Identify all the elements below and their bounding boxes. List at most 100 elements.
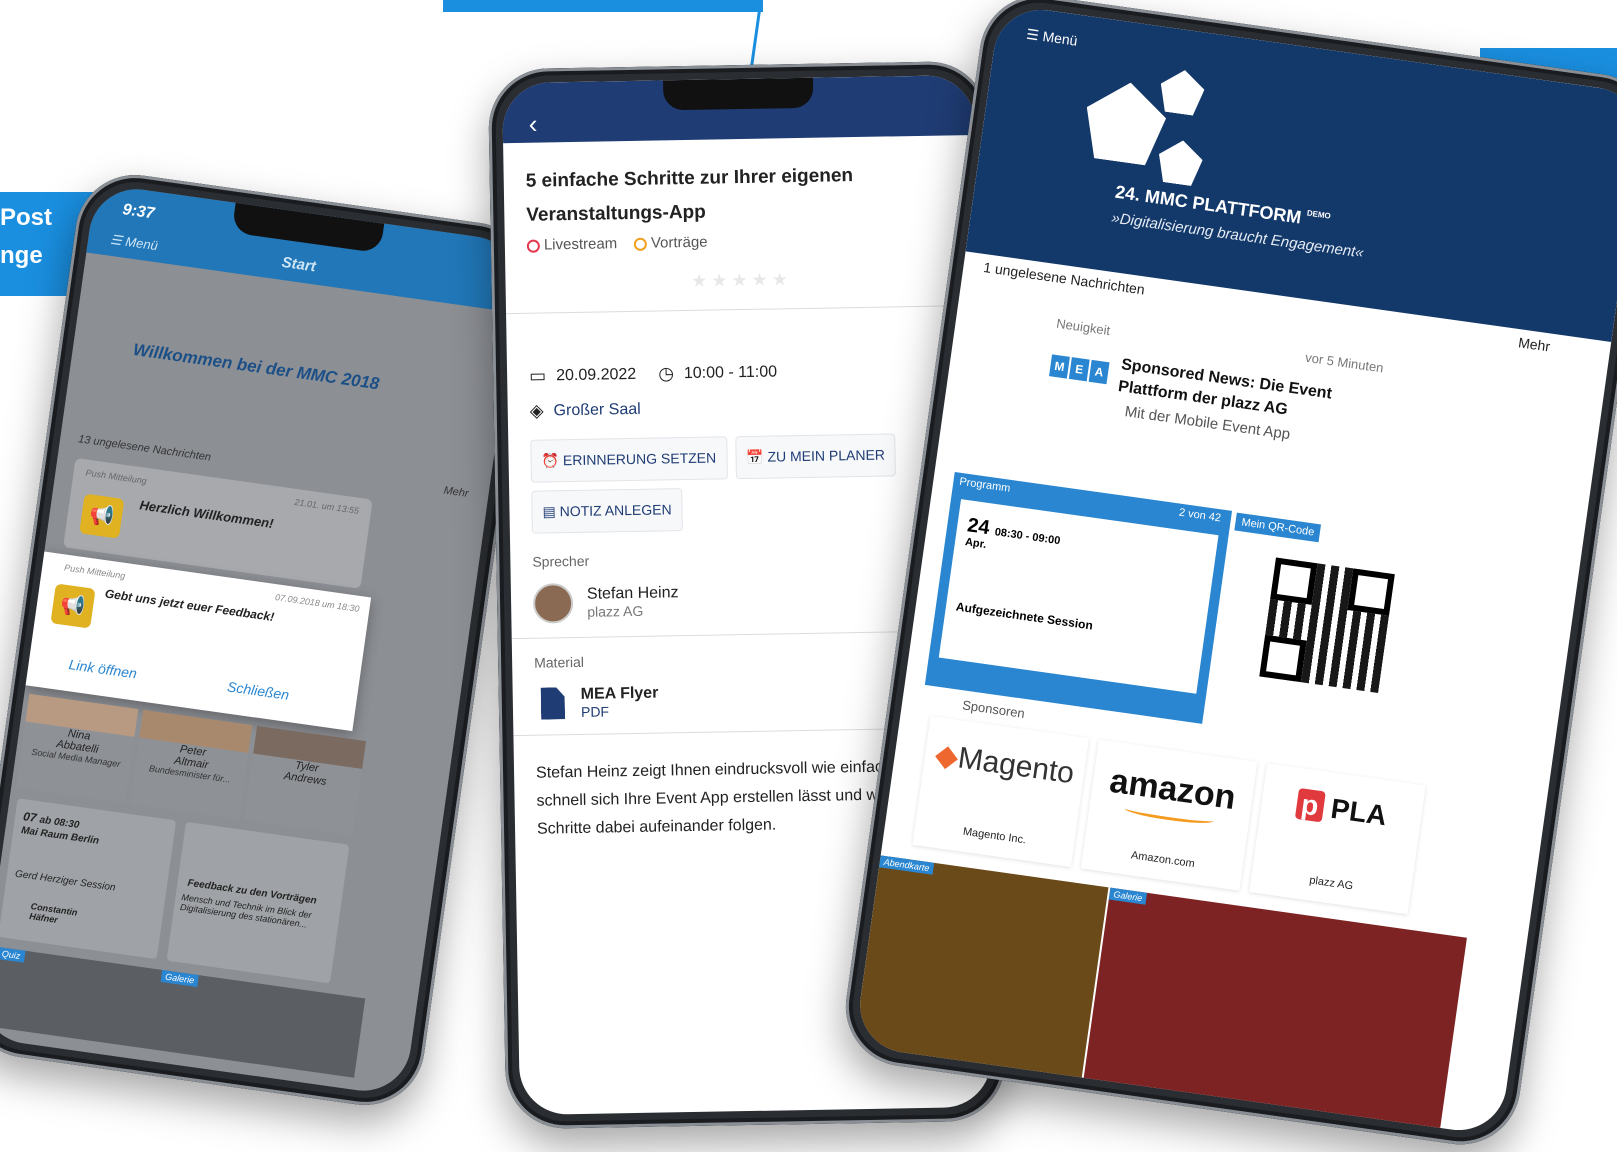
reminder-label: ERINNERUNG SETZEN <box>562 449 717 469</box>
tag-livestream: Livestream <box>543 235 618 254</box>
speaker-row[interactable]: Stefan Heinz plazz AG <box>532 576 962 624</box>
more-link[interactable]: Mehr <box>1517 334 1551 354</box>
qr-corner <box>1259 634 1307 683</box>
phone-right-screen: ☰ Menü 24. MMC PLATTFORM DEMO »Digitalis… <box>853 3 1617 1137</box>
feedback-tile[interactable]: Feedback zu den Vorträgen Mensch und Tec… <box>166 821 350 984</box>
close-button[interactable]: Schließen <box>226 678 290 703</box>
sponsor-name: plazz AG <box>1308 874 1354 893</box>
speaker-name: Stefan Heinz <box>586 584 679 603</box>
action-buttons-2: ▤ NOTIZ ANLEGEN <box>531 483 960 534</box>
sponsor-logo: Magento <box>955 741 1077 791</box>
program-card[interactable]: 24 08:30 - 09:00 Apr. Aufgezeichnete Ses… <box>938 499 1219 694</box>
sponsor-card[interactable]: ◆Magento Magento Inc. <box>912 715 1090 867</box>
news-time: vor 5 Minuten <box>1304 349 1385 376</box>
open-link-button[interactable]: Link öffnen <box>68 656 138 681</box>
directions-icon: ◈ <box>529 400 544 421</box>
qr-corner <box>1270 557 1318 605</box>
document-icon <box>541 687 566 719</box>
livestream-dot-icon <box>526 239 540 253</box>
date-time-row: ▭ 20.09.2022 ◷ 10:00 - 11:00 <box>529 358 957 386</box>
sponsors-label: Sponsoren <box>961 697 1026 721</box>
popup-title: Gebt uns jetzt euer Feedback! <box>104 586 276 625</box>
create-note-button[interactable]: ▤ NOTIZ ANLEGEN <box>531 488 684 534</box>
mea-logo: M E A <box>1049 354 1110 385</box>
material-name: MEA Flyer <box>580 684 659 703</box>
message-title: Herzlich Willkommen! <box>138 497 275 532</box>
app-header: 9:37 ☰ Menü Start <box>86 183 524 313</box>
program-session: Aufgezeichnete Session <box>955 599 1094 633</box>
divider <box>506 304 978 315</box>
location-row[interactable]: ◈ Großer Saal <box>530 393 958 421</box>
demo-badge: DEMO <box>1306 208 1332 221</box>
notch <box>663 77 814 111</box>
megaphone-icon: 📢 <box>50 583 96 629</box>
speaker-card[interactable]: Peter Altmair Bundesminister für... <box>130 709 253 820</box>
back-icon[interactable]: ‹ <box>528 109 537 140</box>
sponsor-name: Magento Inc. <box>962 825 1027 847</box>
callout-top <box>443 0 763 12</box>
popup-type: Push Mitteilung <box>63 562 126 581</box>
popup-date: 07.09.2018 um 18:30 <box>274 592 361 614</box>
session-tile[interactable]: 07 ab 08:30 Mai Raum Berlin Gerd Herzige… <box>0 798 177 960</box>
alarm-icon: ⏰ <box>541 452 564 469</box>
sponsor-logo: PLA <box>1328 792 1389 832</box>
more-link[interactable]: Mehr <box>443 485 469 500</box>
phone-left-screen: 9:37 ☰ Menü Start Willkommen bei der MMC… <box>0 183 524 1097</box>
program-month: Apr. <box>964 536 988 552</box>
gallery-tag[interactable]: Galerie <box>160 969 199 988</box>
program-time: 08:30 - 09:00 <box>993 526 1062 548</box>
speaker-section-label: Sprecher <box>532 552 590 570</box>
avatar <box>532 583 574 624</box>
gallery-tile[interactable]: Galerie <box>1079 887 1467 1137</box>
speaker-company: plazz AG <box>587 602 644 620</box>
mea-letter: M <box>1049 354 1070 379</box>
unread-count: 13 ungelesene Nachrichten <box>77 433 212 464</box>
tag-lectures: Vorträge <box>650 233 708 252</box>
note-label: NOTIZ ANLEGEN <box>559 501 672 520</box>
session-name: Gerd Herziger Session <box>14 868 117 894</box>
planner-label: ZU MEIN PLANER <box>767 446 886 465</box>
menu-label: Menü <box>1041 28 1079 49</box>
session-month: Mai <box>20 825 39 839</box>
sponsor-logo-row: ◆Magento <box>923 736 1086 793</box>
session-time: 10:00 - 11:00 <box>683 362 778 382</box>
add-to-planner-button[interactable]: 📅 ZU MEIN PLANER <box>734 433 897 480</box>
menu-button[interactable]: ☰ Menü <box>109 232 159 254</box>
set-reminder-button[interactable]: ⏰ ERINNERUNG SETZEN <box>530 436 728 483</box>
material-type: PDF <box>580 703 610 720</box>
speaker-card[interactable]: Tyler Andrews <box>243 725 367 836</box>
megaphone-icon: 📢 <box>79 493 125 539</box>
sponsor-logo-row: p PLA <box>1260 783 1423 837</box>
menu-label: Menü <box>124 233 159 254</box>
speaker-card[interactable]: Nina Abbatelli Social Media Manager <box>16 693 139 804</box>
mea-letter: A <box>1088 359 1110 385</box>
sponsor-card[interactable]: amazon Amazon.com <box>1080 739 1258 891</box>
lectures-dot-icon <box>633 237 647 251</box>
news-item[interactable]: Neuigkeit vor 5 Minuten M E A Sponsored … <box>1049 315 1385 443</box>
news-label: Neuigkeit <box>1055 315 1112 339</box>
calendar-icon: ▭ <box>528 365 547 386</box>
session-location: Großer Saal <box>553 400 641 419</box>
session-title: 5 einfache Schritte zur Ihrer eigenen Ve… <box>525 165 854 226</box>
calendar-add-icon: 📅 <box>746 448 768 465</box>
logo-shape-icon <box>1155 137 1205 187</box>
menu-button[interactable]: ☰ Menü <box>1025 26 1078 50</box>
qr-corner <box>1347 568 1395 616</box>
mea-letter: E <box>1068 357 1090 382</box>
welcome-heading: Willkommen bei der MMC 2018 <box>131 340 381 394</box>
rating-stars[interactable]: ★★★★★ <box>527 266 955 294</box>
qr-widget[interactable]: Mein QR-Code <box>1207 512 1435 753</box>
message-type: Push Mitteilung <box>85 467 148 487</box>
clock-icon: ◷ <box>658 363 675 384</box>
logo-shape-icon <box>1080 77 1170 167</box>
session-tags: Livestream Vorträge <box>526 229 955 254</box>
program-widget[interactable]: Programm 2 von 42 24 08:30 - 09:00 Apr. … <box>924 471 1233 724</box>
quiz-tag[interactable]: Quiz <box>0 947 26 963</box>
note-icon: ▤ <box>542 503 560 520</box>
qr-label: Mein QR-Code <box>1234 512 1322 543</box>
logo-shape-icon <box>1157 67 1207 117</box>
sponsor-card[interactable]: p PLA plazz AG <box>1249 763 1426 915</box>
session-room: Raum Berlin <box>39 827 100 847</box>
evening-tag: Abendkarte <box>879 855 935 875</box>
session-date: 20.09.2022 <box>556 365 637 384</box>
